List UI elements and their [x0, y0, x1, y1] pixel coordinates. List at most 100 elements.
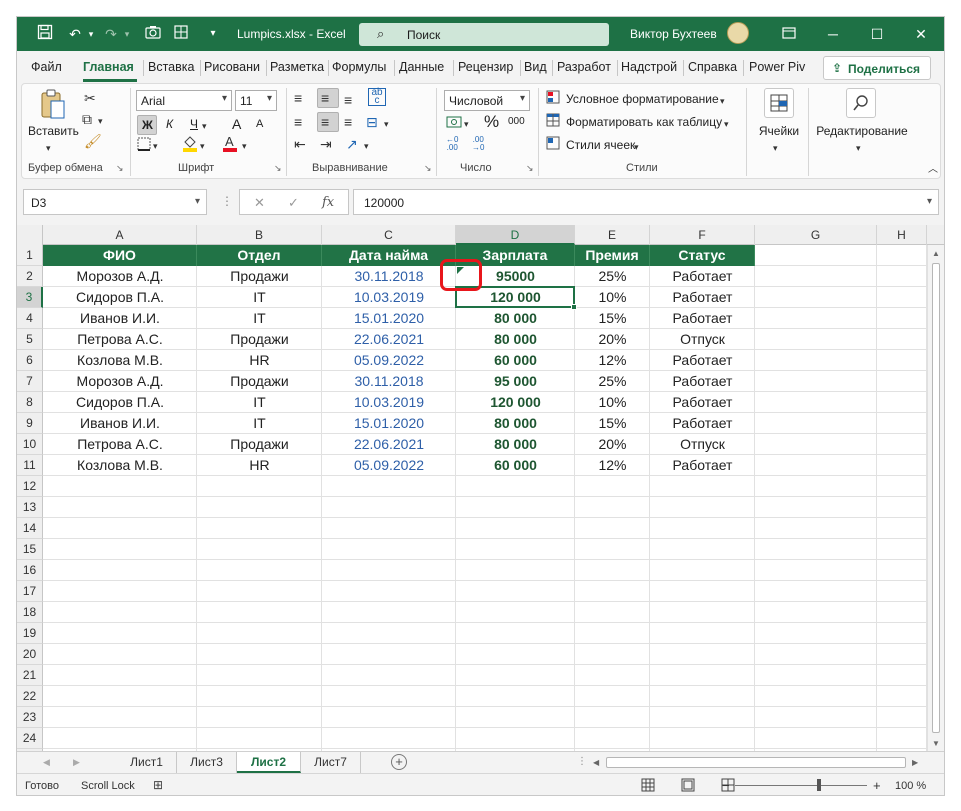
table-cell[interactable]: Сидоров П.А. [43, 287, 197, 308]
form-icon[interactable] [171, 24, 191, 44]
bold-button[interactable]: Ж [137, 115, 157, 135]
row-header-11[interactable]: 11 [17, 455, 43, 476]
row-header-17[interactable]: 17 [17, 581, 43, 602]
tab-home[interactable]: Главная [83, 60, 134, 74]
table-cell[interactable]: Продажи [197, 371, 322, 392]
table-cell[interactable]: 30.11.2018 [322, 266, 456, 287]
italic-button[interactable]: К [166, 117, 173, 131]
expand-formula-bar-icon[interactable]: ▾ [927, 196, 932, 207]
font-color-dropdown-icon[interactable]: ▾ [242, 138, 247, 154]
row-header-14[interactable]: 14 [17, 518, 43, 539]
table-cell[interactable]: HR [197, 350, 322, 371]
table-header-cell[interactable]: Дата найма [322, 245, 456, 266]
table-cell[interactable]: 20% [575, 434, 650, 455]
clipboard-launcher-icon[interactable]: ↘ [116, 163, 124, 174]
column-header-e[interactable]: E [575, 225, 650, 245]
row-header-22[interactable]: 22 [17, 686, 43, 707]
underline-button[interactable]: Ч [190, 117, 198, 131]
share-button[interactable]: ⇪ Поделиться [823, 56, 931, 80]
table-cell[interactable]: IT [197, 413, 322, 434]
user-name[interactable]: Виктор Бухтеев [630, 27, 717, 41]
table-cell[interactable]: 95 000 [456, 371, 575, 392]
conditional-formatting-dropdown-icon[interactable]: ▾ [720, 93, 725, 109]
conditional-formatting-button[interactable]: Условное форматирование [566, 92, 719, 106]
vertical-scroll-thumb[interactable] [932, 263, 940, 733]
table-cell[interactable]: 25% [575, 371, 650, 392]
formula-input[interactable]: 120000 ▾ [353, 189, 939, 215]
save-icon[interactable] [35, 24, 55, 44]
row-header-9[interactable]: 9 [17, 413, 43, 434]
table-cell[interactable]: 05.09.2022 [322, 455, 456, 476]
align-center-button[interactable]: ≡ [317, 112, 339, 132]
table-cell[interactable]: 80 000 [456, 434, 575, 455]
conditional-formatting-icon[interactable] [546, 90, 560, 107]
zoom-slider-thumb[interactable] [817, 779, 821, 791]
collapse-ribbon-icon[interactable]: ︿ [928, 162, 938, 178]
table-cell[interactable]: 80 000 [456, 413, 575, 434]
horizontal-scroll-thumb[interactable] [606, 757, 906, 768]
align-middle-button[interactable]: ≡ [317, 88, 339, 108]
font-size-combo[interactable]: 11 ▾ [235, 90, 277, 111]
orientation-dropdown-icon[interactable]: ▾ [364, 138, 369, 154]
zoom-level[interactable]: 100 % [895, 780, 926, 792]
number-format-combo[interactable]: Числовой ▾ [444, 90, 530, 111]
paste-dropdown-icon[interactable]: ▾ [46, 140, 51, 156]
grow-font-button[interactable]: A [232, 116, 241, 132]
zoom-out-button[interactable]: − [722, 778, 730, 793]
enter-icon[interactable]: ✓ [288, 195, 299, 211]
table-cell[interactable]: 120 000 [456, 392, 575, 413]
undo-dropdown-icon[interactable]: ▾ [81, 24, 101, 44]
table-cell[interactable]: 15.01.2020 [322, 308, 456, 329]
table-cell[interactable]: Козлова М.В. [43, 455, 197, 476]
table-cell[interactable]: 80 000 [456, 329, 575, 350]
table-header-cell[interactable]: Статус [650, 245, 755, 266]
row-header-10[interactable]: 10 [17, 434, 43, 455]
editing-dropdown-icon[interactable]: ▾ [856, 140, 861, 156]
scroll-down-icon[interactable]: ▼ [932, 739, 940, 748]
table-cell[interactable]: Отпуск [650, 434, 755, 455]
borders-icon[interactable] [137, 137, 151, 154]
row-header-1[interactable]: 1 [17, 245, 43, 266]
tab-draw[interactable]: Рисовани [204, 60, 260, 74]
format-as-table-icon[interactable] [546, 113, 560, 130]
row-header-20[interactable]: 20 [17, 644, 43, 665]
sheet-tab-3[interactable]: Лист2 [237, 752, 301, 773]
tab-view[interactable]: Вид [524, 60, 547, 74]
table-cell[interactable]: Отпуск [650, 329, 755, 350]
borders-dropdown-icon[interactable]: ▾ [153, 138, 158, 154]
table-cell[interactable]: IT [197, 287, 322, 308]
align-top-icon[interactable]: ≡ [294, 90, 302, 106]
table-cell[interactable]: IT [197, 308, 322, 329]
orientation-icon[interactable]: ↗ [346, 136, 358, 152]
row-header-15[interactable]: 15 [17, 539, 43, 560]
table-header-cell[interactable]: Отдел [197, 245, 322, 266]
redo-dropdown-icon[interactable]: ▾ [117, 24, 137, 44]
cells-label[interactable]: Ячейки [754, 124, 804, 138]
accessibility-icon[interactable]: ⊞ [153, 778, 163, 792]
table-cell[interactable]: 15% [575, 308, 650, 329]
cell-styles-button[interactable]: Стили ячеек [566, 138, 635, 152]
row-header-7[interactable]: 7 [17, 371, 43, 392]
column-header-a[interactable]: A [43, 225, 197, 245]
cell-styles-icon[interactable] [546, 136, 560, 153]
table-cell[interactable]: IT [197, 392, 322, 413]
cancel-icon[interactable]: ✕ [254, 195, 265, 211]
scroll-up-icon[interactable]: ▲ [932, 249, 940, 258]
tab-review[interactable]: Рецензир [458, 60, 513, 74]
fill-color-icon[interactable] [182, 134, 198, 155]
table-cell[interactable]: 10.03.2019 [322, 287, 456, 308]
table-cell[interactable]: Морозов А.Д. [43, 371, 197, 392]
align-left-icon[interactable]: ≡ [294, 114, 302, 130]
ribbon-display-icon[interactable] [767, 17, 811, 51]
zoom-slider[interactable] [735, 785, 867, 786]
accounting-format-icon[interactable] [446, 114, 462, 133]
row-header-18[interactable]: 18 [17, 602, 43, 623]
column-header-d[interactable]: D [456, 225, 575, 245]
increase-decimal-icon[interactable]: ←0.00 [446, 136, 458, 152]
row-header-24[interactable]: 24 [17, 728, 43, 749]
align-right-icon[interactable]: ≡ [344, 114, 352, 130]
minimize-icon[interactable]: ─ [811, 17, 855, 51]
table-cell[interactable]: Иванов И.И. [43, 413, 197, 434]
cells-icon[interactable] [764, 88, 794, 118]
accounting-dropdown-icon[interactable]: ▾ [464, 116, 469, 132]
